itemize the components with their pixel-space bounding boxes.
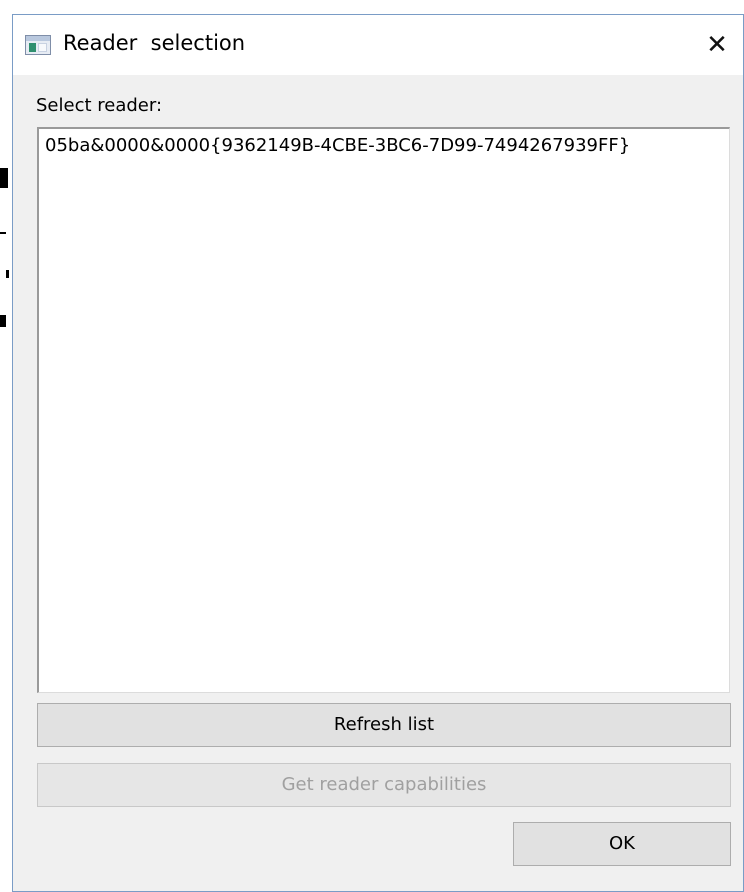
refresh-list-button[interactable]: Refresh list — [37, 703, 731, 747]
app-window-icon — [25, 35, 51, 55]
reader-list-item[interactable]: 05ba&0000&0000{9362149B-4CBE-3BC6-7D99-7… — [45, 135, 630, 156]
background-fragment — [0, 315, 6, 327]
title-bar[interactable]: Reader selection ✕ — [13, 15, 743, 75]
reader-listbox[interactable]: 05ba&0000&0000{9362149B-4CBE-3BC6-7D99-7… — [37, 127, 730, 693]
close-icon[interactable]: ✕ — [697, 25, 737, 65]
window-title: Reader selection — [63, 31, 246, 55]
background-fragment — [0, 168, 8, 188]
background-window — [0, 0, 12, 892]
reader-selection-dialog: Reader selection ✕ Select reader: 05ba&0… — [12, 14, 744, 892]
select-reader-label: Select reader: — [36, 95, 163, 116]
icon-title-strip — [26, 36, 50, 41]
icon-panel-left — [29, 43, 36, 52]
icon-panel-right — [38, 43, 47, 52]
get-reader-capabilities-button[interactable]: Get reader capabilities — [37, 763, 731, 807]
background-fragment — [0, 232, 6, 234]
ok-button[interactable]: OK — [513, 822, 731, 866]
background-fragment — [6, 270, 9, 278]
